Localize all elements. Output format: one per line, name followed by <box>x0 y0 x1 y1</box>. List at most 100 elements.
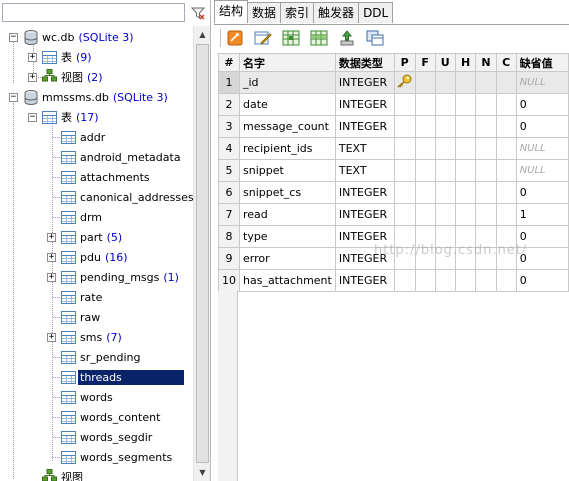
table-row[interactable]: 1 _id INTEGER NULL <box>218 71 569 94</box>
field-name[interactable]: date <box>239 93 336 116</box>
field-name[interactable]: error <box>239 247 336 270</box>
tab-indexes[interactable]: 索引 <box>280 2 315 23</box>
unique-cell[interactable] <box>434 137 456 160</box>
table-row[interactable]: 7 read INTEGER 1 <box>218 203 569 226</box>
fk-cell[interactable] <box>414 93 436 116</box>
export-icon[interactable] <box>337 28 357 48</box>
hidden-cell[interactable] <box>454 181 477 204</box>
check-cell[interactable] <box>495 181 517 204</box>
tree-table-raw[interactable]: raw <box>47 308 100 326</box>
field-name[interactable]: snippet <box>239 159 336 182</box>
tree-table-words-segdir[interactable]: words_segdir <box>47 428 152 446</box>
expand-icon[interactable]: + <box>28 52 37 62</box>
tab-structure[interactable]: 结构 <box>214 0 249 23</box>
unique-cell[interactable] <box>434 71 456 94</box>
tree-db-wc[interactable]: − wc.db (SQLite 3) <box>9 28 134 46</box>
row-number[interactable]: 3 <box>218 115 240 138</box>
pk-cell[interactable] <box>393 93 416 116</box>
col-header-unique[interactable]: U <box>434 53 456 72</box>
edit-table-icon[interactable] <box>225 28 245 48</box>
add-field-icon[interactable] <box>281 28 301 48</box>
not-null-cell[interactable] <box>475 137 497 160</box>
tree-views-wc[interactable]: + 视图 (2) <box>28 68 103 86</box>
check-cell[interactable] <box>495 137 517 160</box>
field-type[interactable]: INTEGER <box>334 71 395 94</box>
tree-tables-mmssms[interactable]: − 表 (17) <box>28 108 99 126</box>
tree-table-drm[interactable]: drm <box>47 208 102 226</box>
hidden-cell[interactable] <box>454 115 477 138</box>
tree-table-addr[interactable]: addr <box>47 128 105 146</box>
hidden-cell[interactable] <box>454 203 477 226</box>
default-value-cell[interactable]: 1 <box>515 203 569 226</box>
field-name[interactable]: type <box>239 225 336 248</box>
not-null-cell[interactable] <box>475 203 497 226</box>
default-value-cell[interactable]: 0 <box>515 181 569 204</box>
check-cell[interactable] <box>495 159 517 182</box>
default-value-cell[interactable]: NULL <box>515 137 569 160</box>
col-header-default-value[interactable]: 缺省值 <box>515 53 569 72</box>
hidden-cell[interactable] <box>454 71 477 94</box>
default-value-cell[interactable]: 0 <box>515 93 569 116</box>
row-number[interactable]: 4 <box>218 137 240 160</box>
table-row[interactable]: 3 message_count INTEGER 0 <box>218 115 569 138</box>
collapse-icon[interactable]: − <box>9 92 18 102</box>
tree-table-part[interactable]: + part (5) <box>47 228 122 246</box>
pk-cell[interactable] <box>393 269 416 292</box>
row-number[interactable]: 9 <box>218 247 240 270</box>
not-null-cell[interactable] <box>475 181 497 204</box>
database-tree[interactable]: − wc.db (SQLite 3) + 表 (9) + 视图 (2) − mm… <box>0 26 193 481</box>
tree-scrollbar[interactable]: ▲ ▼ <box>193 26 210 481</box>
row-number[interactable]: 2 <box>218 93 240 116</box>
tree-db-mmssms[interactable]: − mmssms.db (SQLite 3) <box>9 88 168 106</box>
not-null-cell[interactable] <box>475 93 497 116</box>
unique-cell[interactable] <box>434 115 456 138</box>
expand-icon[interactable]: + <box>47 252 56 262</box>
fk-cell[interactable] <box>414 115 436 138</box>
hidden-cell[interactable] <box>454 159 477 182</box>
row-number[interactable]: 10 <box>218 269 240 292</box>
row-number[interactable]: 5 <box>218 159 240 182</box>
default-value-cell[interactable]: 0 <box>515 269 569 292</box>
col-header-data-type[interactable]: 数据类型 <box>334 53 395 72</box>
pk-cell[interactable] <box>393 137 416 160</box>
scroll-up-icon[interactable]: ▲ <box>194 26 211 43</box>
scroll-thumb[interactable] <box>196 44 209 463</box>
field-name[interactable]: recipient_ids <box>239 137 336 160</box>
not-null-cell[interactable] <box>475 71 497 94</box>
field-type[interactable]: TEXT <box>334 137 395 160</box>
tree-table-sms[interactable]: + sms (7) <box>47 328 122 346</box>
tree-table-words-content[interactable]: words_content <box>47 408 160 426</box>
edit-field-icon[interactable] <box>253 28 273 48</box>
field-type[interactable]: INTEGER <box>334 269 395 292</box>
hidden-cell[interactable] <box>454 93 477 116</box>
tree-table-pdu[interactable]: + pdu (16) <box>47 248 128 266</box>
copy-icon[interactable] <box>365 28 385 48</box>
field-type[interactable]: TEXT <box>334 159 395 182</box>
unique-cell[interactable] <box>434 269 456 292</box>
expand-icon[interactable]: + <box>47 332 56 342</box>
collapse-icon[interactable]: − <box>9 32 18 42</box>
field-name[interactable]: message_count <box>239 115 336 138</box>
col-header-row-number[interactable]: # <box>218 53 240 72</box>
filter-input[interactable] <box>2 3 185 22</box>
pk-cell[interactable] <box>393 71 416 94</box>
tree-table-words-segments[interactable]: words_segments <box>47 448 172 466</box>
pk-cell[interactable] <box>393 115 416 138</box>
expand-icon[interactable]: + <box>47 272 56 282</box>
tree-views-mmssms[interactable]: 视图 <box>28 468 83 481</box>
fk-cell[interactable] <box>414 269 436 292</box>
tree-table-android-metadata[interactable]: android_metadata <box>47 148 181 166</box>
tab-triggers[interactable]: 触发器 <box>313 2 360 23</box>
check-cell[interactable] <box>495 269 517 292</box>
filter-icon[interactable] <box>188 3 208 22</box>
field-name[interactable]: read <box>239 203 336 226</box>
hidden-cell[interactable] <box>454 137 477 160</box>
collapse-icon[interactable]: − <box>28 112 37 122</box>
table-row[interactable]: 5 snippet TEXT NULL <box>218 159 569 182</box>
field-name[interactable]: has_attachment <box>239 269 336 292</box>
field-type[interactable]: INTEGER <box>334 93 395 116</box>
field-name[interactable]: _id <box>239 71 336 94</box>
tree-table-canonical-addresses[interactable]: canonical_addresses <box>47 188 193 206</box>
field-type[interactable]: INTEGER <box>334 115 395 138</box>
pk-cell[interactable] <box>393 203 416 226</box>
